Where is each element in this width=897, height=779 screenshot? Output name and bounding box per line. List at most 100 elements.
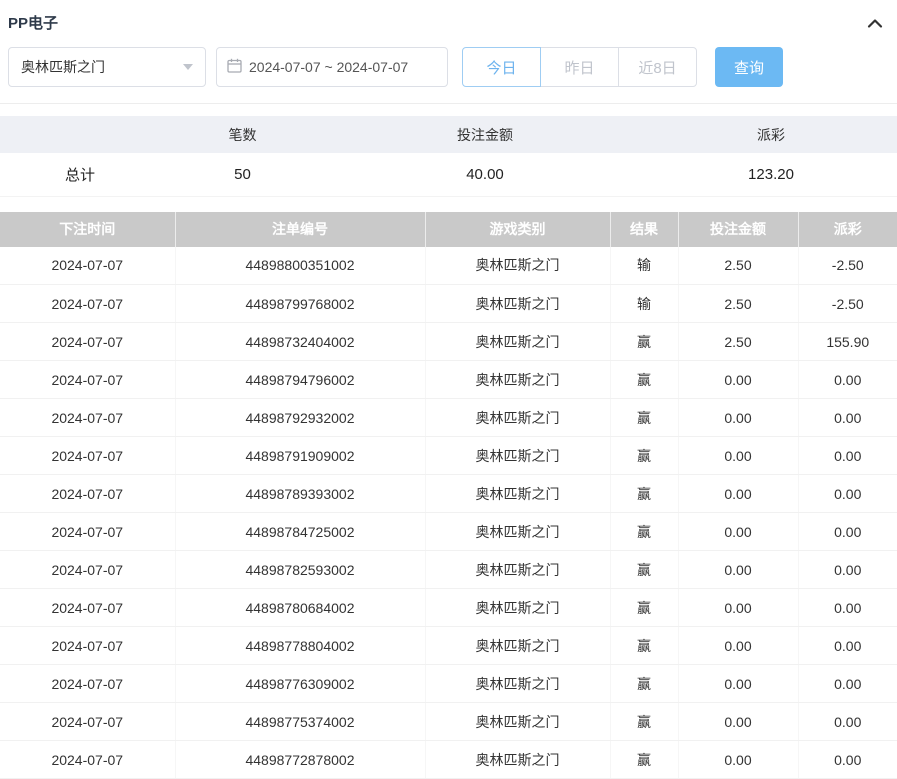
- cell-bet-id: 44898792932002: [175, 399, 425, 437]
- cell-date: 2024-07-07: [0, 399, 175, 437]
- cell-bet-id: 44898800351002: [175, 247, 425, 285]
- cell-payout: 0.00: [798, 437, 897, 475]
- bet-table-header-row: 下注时间 注单编号 游戏类别 结果 投注金额 派彩: [0, 212, 897, 247]
- bet-records-table: 下注时间 注单编号 游戏类别 结果 投注金额 派彩 2024-07-074489…: [0, 212, 897, 779]
- cell-result: 输: [610, 247, 678, 285]
- cell-bet-id: 44898772878002: [175, 741, 425, 779]
- table-row: 2024-07-0744898799768002奥林匹斯之门输2.50-2.50: [0, 285, 897, 323]
- cell-bet-id: 44898775374002: [175, 703, 425, 741]
- cell-payout: 0.00: [798, 627, 897, 665]
- panel-header: PP电子: [0, 0, 897, 39]
- cell-game: 奥林匹斯之门: [425, 741, 610, 779]
- cell-payout: -2.50: [798, 285, 897, 323]
- filter-bar: 奥林匹斯之门 2024-07-07 ~ 2024-07-07 今日 昨日 近8日…: [0, 39, 897, 104]
- header-bet-time: 下注时间: [0, 212, 175, 247]
- cell-date: 2024-07-07: [0, 551, 175, 589]
- cell-bet-id: 44898782593002: [175, 551, 425, 589]
- cell-date: 2024-07-07: [0, 703, 175, 741]
- table-row: 2024-07-0744898772878002奥林匹斯之门赢0.000.00: [0, 741, 897, 779]
- cell-result: 赢: [610, 361, 678, 399]
- cell-game: 奥林匹斯之门: [425, 703, 610, 741]
- date-range-value: 2024-07-07 ~ 2024-07-07: [249, 59, 408, 75]
- cell-game: 奥林匹斯之门: [425, 589, 610, 627]
- cell-result: 赢: [610, 703, 678, 741]
- cell-date: 2024-07-07: [0, 437, 175, 475]
- cell-game: 奥林匹斯之门: [425, 247, 610, 285]
- header-bet-id: 注单编号: [175, 212, 425, 247]
- table-row: 2024-07-0744898732404002奥林匹斯之门赢2.50155.9…: [0, 323, 897, 361]
- cell-date: 2024-07-07: [0, 285, 175, 323]
- cell-date: 2024-07-07: [0, 323, 175, 361]
- pp-electronic-panel: PP电子 奥林匹斯之门 2024-07-07 ~ 2024-07-07 今日 昨…: [0, 0, 897, 757]
- cell-game: 奥林匹斯之门: [425, 627, 610, 665]
- table-row: 2024-07-0744898791909002奥林匹斯之门赢0.000.00: [0, 437, 897, 475]
- cell-amount: 0.00: [678, 437, 798, 475]
- last-8-days-button[interactable]: 近8日: [618, 47, 697, 87]
- summary-header-bet-amount: 投注金额: [325, 116, 645, 153]
- summary-total-count: 50: [160, 153, 325, 196]
- today-button[interactable]: 今日: [462, 47, 541, 87]
- cell-amount: 0.00: [678, 513, 798, 551]
- cell-result: 输: [610, 285, 678, 323]
- summary-table: 笔数 投注金额 派彩 总计 50 40.00 123.20: [0, 116, 897, 197]
- cell-bet-id: 44898789393002: [175, 475, 425, 513]
- quick-date-button-group: 今日 昨日 近8日: [462, 47, 697, 87]
- cell-bet-id: 44898784725002: [175, 513, 425, 551]
- cell-amount: 0.00: [678, 589, 798, 627]
- cell-game: 奥林匹斯之门: [425, 475, 610, 513]
- cell-game: 奥林匹斯之门: [425, 513, 610, 551]
- cell-payout: 0.00: [798, 665, 897, 703]
- table-row: 2024-07-0744898782593002奥林匹斯之门赢0.000.00: [0, 551, 897, 589]
- cell-bet-id: 44898799768002: [175, 285, 425, 323]
- cell-payout: 0.00: [798, 399, 897, 437]
- game-select[interactable]: 奥林匹斯之门: [8, 47, 206, 87]
- table-row: 2024-07-0744898784725002奥林匹斯之门赢0.000.00: [0, 513, 897, 551]
- cell-bet-id: 44898794796002: [175, 361, 425, 399]
- collapse-panel-button[interactable]: [865, 15, 885, 31]
- cell-result: 赢: [610, 665, 678, 703]
- cell-date: 2024-07-07: [0, 627, 175, 665]
- summary-total-label: 总计: [0, 153, 160, 196]
- cell-date: 2024-07-07: [0, 513, 175, 551]
- cell-payout: -2.50: [798, 247, 897, 285]
- cell-game: 奥林匹斯之门: [425, 665, 610, 703]
- cell-date: 2024-07-07: [0, 589, 175, 627]
- cell-payout: 0.00: [798, 741, 897, 779]
- cell-game: 奥林匹斯之门: [425, 323, 610, 361]
- cell-amount: 2.50: [678, 247, 798, 285]
- bet-table-body: 2024-07-0744898800351002奥林匹斯之门输2.50-2.50…: [0, 247, 897, 779]
- cell-amount: 0.00: [678, 627, 798, 665]
- search-button[interactable]: 查询: [715, 47, 783, 87]
- date-range-input[interactable]: 2024-07-07 ~ 2024-07-07: [216, 47, 448, 87]
- cell-date: 2024-07-07: [0, 665, 175, 703]
- cell-result: 赢: [610, 437, 678, 475]
- game-select-value: 奥林匹斯之门: [21, 57, 105, 77]
- cell-game: 奥林匹斯之门: [425, 437, 610, 475]
- summary-total-bet-amount: 40.00: [325, 153, 645, 196]
- cell-game: 奥林匹斯之门: [425, 399, 610, 437]
- cell-result: 赢: [610, 627, 678, 665]
- cell-result: 赢: [610, 475, 678, 513]
- cell-amount: 2.50: [678, 323, 798, 361]
- summary-total-row: 总计 50 40.00 123.20: [0, 153, 897, 196]
- table-row: 2024-07-0744898780684002奥林匹斯之门赢0.000.00: [0, 589, 897, 627]
- cell-date: 2024-07-07: [0, 247, 175, 285]
- cell-payout: 0.00: [798, 551, 897, 589]
- summary-header-count: 笔数: [160, 116, 325, 153]
- cell-payout: 0.00: [798, 475, 897, 513]
- table-row: 2024-07-0744898792932002奥林匹斯之门赢0.000.00: [0, 399, 897, 437]
- summary-total-payout: 123.20: [645, 153, 897, 196]
- cell-game: 奥林匹斯之门: [425, 285, 610, 323]
- cell-game: 奥林匹斯之门: [425, 361, 610, 399]
- cell-amount: 0.00: [678, 741, 798, 779]
- table-row: 2024-07-0744898800351002奥林匹斯之门输2.50-2.50: [0, 247, 897, 285]
- cell-bet-id: 44898732404002: [175, 323, 425, 361]
- summary-header-row: 笔数 投注金额 派彩: [0, 116, 897, 153]
- header-result: 结果: [610, 212, 678, 247]
- cell-amount: 0.00: [678, 551, 798, 589]
- header-bet-amount: 投注金额: [678, 212, 798, 247]
- chevron-up-icon: [867, 17, 883, 32]
- cell-result: 赢: [610, 551, 678, 589]
- yesterday-button[interactable]: 昨日: [540, 47, 619, 87]
- cell-result: 赢: [610, 399, 678, 437]
